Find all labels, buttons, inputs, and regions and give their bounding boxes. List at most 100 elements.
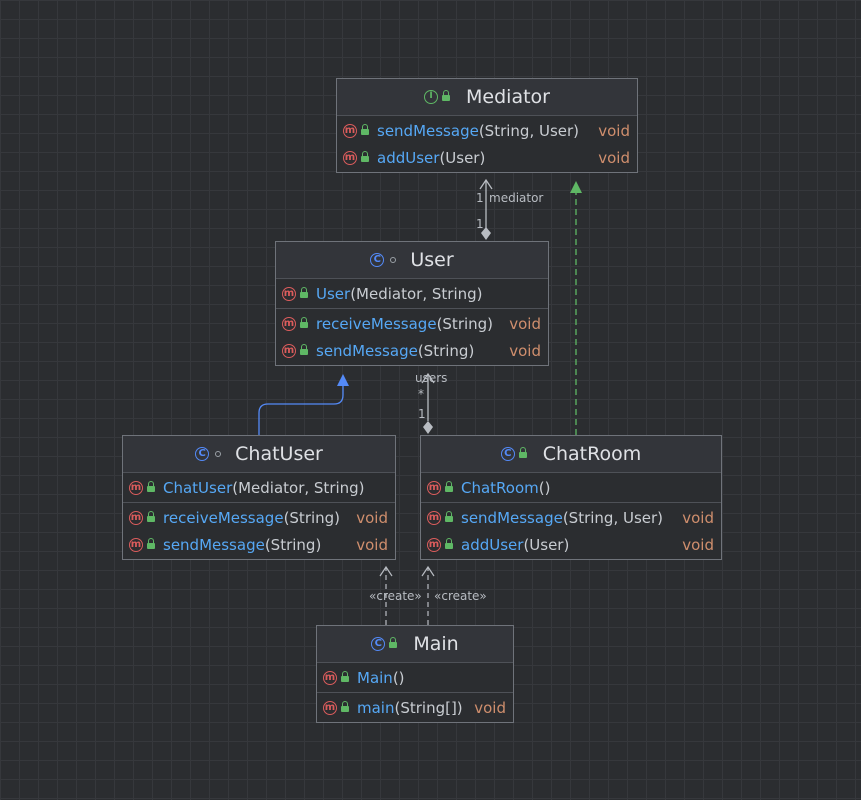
- method-icon: m: [427, 510, 441, 525]
- constructors-section: m Main (): [317, 663, 513, 693]
- mediator-header[interactable]: I Mediator: [337, 79, 637, 116]
- method-name: Main: [357, 668, 393, 687]
- method-params: (User): [439, 148, 486, 167]
- method-name: ChatRoom: [461, 478, 539, 497]
- public-lock-icon: [147, 480, 155, 492]
- method-name: receiveMessage: [163, 508, 284, 527]
- method-name: sendMessage: [461, 508, 563, 527]
- method-row[interactable]: m main (String[]) void: [317, 694, 513, 721]
- method-row[interactable]: m receiveMessage (String) void: [123, 504, 395, 531]
- public-lock-icon: [147, 537, 155, 549]
- main-class-node[interactable]: C Main m Main () m main (String[]) void: [316, 625, 514, 723]
- method-row[interactable]: m addUser (User) void: [337, 144, 637, 171]
- methods-section: m receiveMessage (String) void m sendMes…: [123, 503, 395, 559]
- method-row[interactable]: m User (Mediator, String): [276, 280, 548, 307]
- method-row[interactable]: m ChatRoom (): [421, 474, 721, 501]
- chatuser-class-node[interactable]: C ChatUser m ChatUser (Mediator, String)…: [122, 435, 396, 560]
- method-row[interactable]: m sendMessage (String, User) void: [421, 504, 721, 531]
- return-type: void: [356, 508, 388, 527]
- method-row[interactable]: m sendMessage (String, User) void: [337, 117, 637, 144]
- constructors-section: m ChatUser (Mediator, String): [123, 473, 395, 503]
- public-lock-icon: [445, 480, 453, 492]
- public-lock-icon: [341, 670, 349, 682]
- method-params: (Mediator, String): [350, 284, 483, 303]
- public-lock-icon: [361, 150, 369, 162]
- main-header[interactable]: C Main: [317, 626, 513, 663]
- node-title: User: [410, 249, 454, 271]
- method-name: addUser: [377, 148, 440, 167]
- return-type: void: [598, 121, 630, 140]
- public-lock-icon: [300, 316, 308, 328]
- return-type: void: [682, 535, 714, 554]
- method-row[interactable]: m sendMessage (String) void: [276, 337, 548, 364]
- public-lock-icon: [300, 343, 308, 355]
- method-name: User: [316, 284, 351, 303]
- method-icon: m: [282, 316, 296, 331]
- methods-section: m main (String[]) void: [317, 693, 513, 722]
- method-params: (String, User): [562, 508, 664, 527]
- chatroom-class-node[interactable]: C ChatRoom m ChatRoom () m sendMessage (…: [420, 435, 722, 560]
- public-lock-icon: [389, 637, 398, 648]
- method-params: (User): [523, 535, 570, 554]
- method-params: (String): [436, 314, 494, 333]
- method-name: main: [357, 698, 395, 717]
- methods-section: m sendMessage (String, User) void m addU…: [421, 503, 721, 559]
- chatuser-generalization-arrowhead: [337, 374, 349, 386]
- method-name: addUser: [461, 535, 524, 554]
- chatroom-header[interactable]: C ChatRoom: [421, 436, 721, 473]
- node-title: Main: [413, 633, 459, 655]
- method-params: (String[]): [394, 698, 463, 717]
- return-type: void: [682, 508, 714, 527]
- method-params: (String): [417, 341, 475, 360]
- method-icon: m: [282, 286, 296, 301]
- node-title: ChatRoom: [542, 443, 642, 465]
- method-row[interactable]: m addUser (User) void: [421, 531, 721, 558]
- public-lock-icon: [300, 286, 308, 298]
- constructors-section: m ChatRoom (): [421, 473, 721, 503]
- create-chatuser-label: «create»: [369, 589, 422, 603]
- mediator-interface-node[interactable]: I Mediator m sendMessage (String, User) …: [336, 78, 638, 173]
- return-type: void: [509, 314, 541, 333]
- users-role-label: users: [415, 371, 448, 385]
- return-type: void: [598, 148, 630, 167]
- class-icon: C: [500, 447, 515, 461]
- create-chatroom-label: «create»: [434, 589, 487, 603]
- method-params: (String): [264, 535, 322, 554]
- public-lock-icon: [147, 510, 155, 522]
- chatroom-realization-arrowhead: [570, 181, 582, 193]
- interface-icon: I: [424, 90, 439, 104]
- method-icon: m: [427, 537, 441, 552]
- public-lock-icon: [445, 510, 453, 522]
- method-params: (String, User): [478, 121, 580, 140]
- chatuser-header[interactable]: C ChatUser: [123, 436, 395, 473]
- method-row[interactable]: m sendMessage (String) void: [123, 531, 395, 558]
- methods-section: m receiveMessage (String) void m sendMes…: [276, 309, 548, 365]
- method-icon: m: [427, 480, 441, 495]
- class-icon: C: [370, 253, 385, 267]
- methods-section: m sendMessage (String, User) void m addU…: [337, 116, 637, 172]
- users-composition-diamond: [423, 421, 433, 434]
- package-private-icon: [390, 257, 397, 263]
- package-private-icon: [215, 451, 222, 457]
- user-header[interactable]: C User: [276, 242, 548, 279]
- method-icon: m: [129, 480, 143, 495]
- method-icon: m: [343, 123, 357, 138]
- return-type: void: [509, 341, 541, 360]
- method-icon: m: [282, 343, 296, 358]
- class-icon: C: [371, 637, 386, 651]
- method-name: sendMessage: [377, 121, 479, 140]
- method-row[interactable]: m Main (): [317, 664, 513, 691]
- public-lock-icon: [341, 700, 349, 712]
- node-title: ChatUser: [235, 443, 323, 465]
- public-lock-icon: [361, 123, 369, 135]
- method-row[interactable]: m receiveMessage (String) void: [276, 310, 548, 337]
- public-lock-icon: [442, 90, 451, 101]
- method-row[interactable]: m ChatUser (Mediator, String): [123, 474, 395, 501]
- chatuser-generalization-edge[interactable]: [258, 385, 344, 435]
- method-name: sendMessage: [316, 341, 418, 360]
- user-class-node[interactable]: C User m User (Mediator, String) m recei…: [275, 241, 549, 366]
- class-icon: C: [195, 447, 210, 461]
- mediator-role-label: mediator: [489, 191, 544, 205]
- users-multiplicity-top: *: [418, 387, 424, 401]
- node-title: Mediator: [466, 86, 550, 108]
